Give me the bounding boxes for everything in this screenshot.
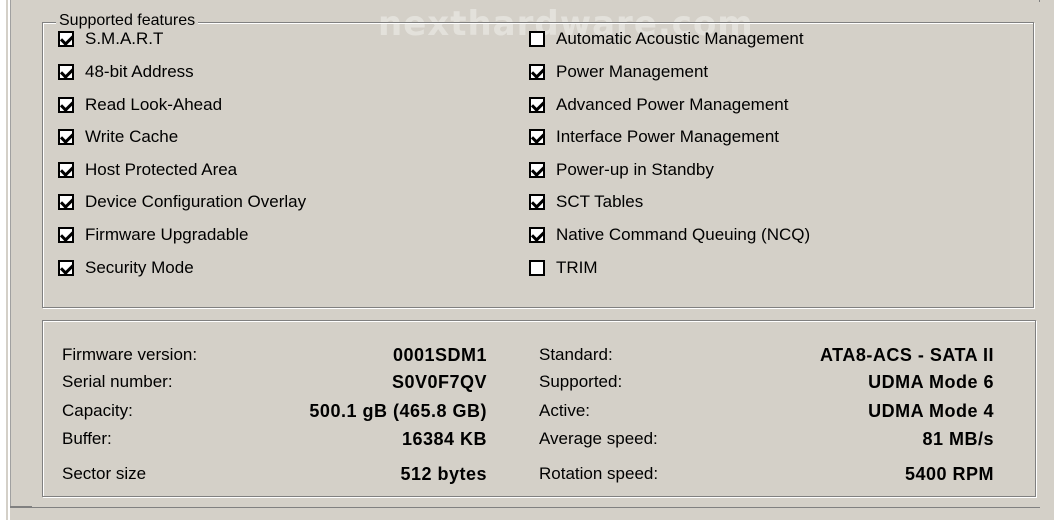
checkbox-checked[interactable] xyxy=(529,162,545,178)
feature-label: Host Protected Area xyxy=(85,160,238,179)
window-left-border xyxy=(0,0,11,520)
checkbox-checked[interactable] xyxy=(529,194,545,210)
feature-label: S.M.A.R.T xyxy=(85,29,164,48)
info-label: Firmware version: xyxy=(62,345,198,364)
feature-row: Firmware Upgradable xyxy=(58,223,248,247)
info-value: 512 bytes xyxy=(400,464,487,484)
checkbox-checked[interactable] xyxy=(58,227,74,243)
feature-row: Power-up in Standby xyxy=(529,158,714,182)
info-label: Active: xyxy=(539,401,591,420)
feature-label: SCT Tables xyxy=(556,192,644,211)
checkbox-unchecked[interactable] xyxy=(529,31,545,47)
feature-row: Advanced Power Management xyxy=(529,93,788,117)
info-value: UDMA Mode 6 xyxy=(868,372,994,392)
checkbox-checked[interactable] xyxy=(529,129,545,145)
feature-row: Automatic Acoustic Management xyxy=(529,27,804,51)
feature-row: S.M.A.R.T xyxy=(58,27,163,51)
checkbox-checked[interactable] xyxy=(58,194,74,210)
info-label: Supported: xyxy=(539,372,623,391)
info-label: Average speed: xyxy=(539,429,658,448)
checkbox-checked[interactable] xyxy=(58,97,74,113)
feature-row: 48-bit Address xyxy=(58,60,194,84)
feature-row: Power Management xyxy=(529,60,708,84)
info-label: Serial number: xyxy=(62,372,173,391)
feature-label: Advanced Power Management xyxy=(556,95,789,114)
info-label: Buffer: xyxy=(62,429,112,448)
feature-label: Automatic Acoustic Management xyxy=(556,29,804,48)
info-label: Standard: xyxy=(539,345,613,364)
feature-row: Host Protected Area xyxy=(58,158,237,182)
info-value: UDMA Mode 4 xyxy=(868,401,994,421)
info-value: 500.1 gB (465.8 GB) xyxy=(309,401,487,421)
feature-row: Interface Power Management xyxy=(529,125,779,149)
checkbox-checked[interactable] xyxy=(58,31,74,47)
checkbox-checked[interactable] xyxy=(58,64,74,80)
info-value: 5400 RPM xyxy=(904,464,994,484)
feature-label: Native Command Queuing (NCQ) xyxy=(556,225,811,244)
checkbox-unchecked[interactable] xyxy=(529,260,545,276)
feature-label: 48-bit Address xyxy=(85,62,194,81)
checkbox-checked[interactable] xyxy=(58,260,74,276)
checkbox-checked[interactable] xyxy=(529,227,545,243)
feature-label: Read Look-Ahead xyxy=(85,95,223,114)
feature-row: Write Cache xyxy=(58,125,178,149)
info-label: Sector size xyxy=(62,464,147,483)
feature-label: Security Mode xyxy=(85,258,194,277)
feature-label: Firmware Upgradable xyxy=(85,225,249,244)
feature-label: Power-up in Standby xyxy=(556,160,714,179)
checkbox-checked[interactable] xyxy=(58,129,74,145)
feature-label: TRIM xyxy=(556,258,598,277)
info-value: 16384 KB xyxy=(401,429,487,449)
feature-row: TRIM xyxy=(529,256,598,280)
info-value: S0V0F7QV xyxy=(391,372,487,392)
info-label: Capacity: xyxy=(62,401,133,420)
info-value: 81 MB/s xyxy=(922,429,994,449)
checkbox-checked[interactable] xyxy=(58,162,74,178)
feature-row: Read Look-Ahead xyxy=(58,93,222,117)
disk-info-panel: nexthardware.com Supported features S.M.… xyxy=(32,2,1044,507)
feature-label: Write Cache xyxy=(85,127,179,146)
checkbox-checked[interactable] xyxy=(529,64,545,80)
window-bottom-edge xyxy=(10,506,1040,520)
checkbox-checked[interactable] xyxy=(529,97,545,113)
feature-row: Security Mode xyxy=(58,256,194,280)
info-label: Rotation speed: xyxy=(539,464,659,483)
feature-label: Interface Power Management xyxy=(556,127,780,146)
feature-row: SCT Tables xyxy=(529,190,643,214)
feature-row: Native Command Queuing (NCQ) xyxy=(529,223,810,247)
feature-label: Power Management xyxy=(556,62,709,81)
feature-row: Device Configuration Overlay xyxy=(58,190,306,214)
info-value: 0001SDM1 xyxy=(392,345,487,365)
info-value: ATA8-ACS - SATA II xyxy=(820,345,994,365)
feature-label: Device Configuration Overlay xyxy=(85,192,307,211)
